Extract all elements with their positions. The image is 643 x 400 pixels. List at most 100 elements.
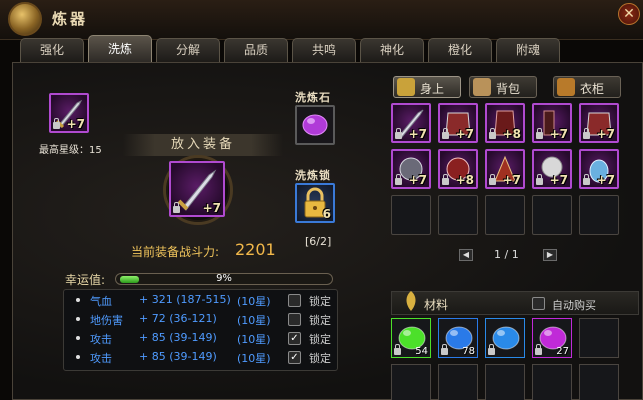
empty-material-slot[interactable] — [532, 364, 572, 400]
lock-checkbox[interactable]: ✓ — [288, 351, 301, 364]
item-level: +7 — [66, 117, 85, 131]
wardrobe-icon — [557, 78, 575, 96]
tab-orange[interactable]: 橙化 — [428, 38, 492, 62]
material-slot[interactable]: 78 — [438, 318, 478, 358]
item-level: +7 — [202, 201, 221, 215]
empty-material-slot[interactable] — [438, 364, 478, 400]
tab-deify[interactable]: 神化 — [360, 38, 424, 62]
bag-item-slot[interactable]: +7 — [438, 103, 478, 143]
lock-icon — [536, 174, 543, 185]
lock-checkbox[interactable] — [288, 294, 301, 307]
item-level: +8 — [455, 173, 474, 187]
lock-icon — [535, 344, 542, 355]
tab-refine[interactable]: 洗炼 — [88, 35, 152, 63]
item-level: +7 — [596, 127, 615, 141]
lock-checkbox[interactable]: ✓ — [288, 332, 301, 345]
tab-resonance[interactable]: 共鸣 — [292, 38, 356, 62]
empty-material-slot[interactable] — [579, 364, 619, 400]
bag-item-slot[interactable]: +7 — [485, 149, 525, 189]
item-level: +8 — [502, 127, 521, 141]
empty-bag-slot[interactable] — [391, 195, 431, 235]
lock-icon — [173, 202, 180, 213]
lock-usage: [6/2] — [305, 235, 332, 248]
attribute-star: (10星) — [237, 333, 271, 346]
material-count: 27 — [556, 346, 569, 357]
material-slot[interactable] — [485, 318, 525, 358]
close-button[interactable]: ✕ — [618, 3, 640, 25]
material-slot[interactable]: 54 — [391, 318, 431, 358]
bullet-icon — [76, 298, 80, 302]
max-star-label: 最高星级：15 — [39, 145, 102, 156]
empty-bag-slot[interactable] — [532, 195, 572, 235]
attribute-row: 攻击 + 85 (39-149) (10星) ✓ 锁定 — [64, 330, 339, 348]
attribute-name: 地伤害 — [90, 314, 123, 327]
materials-header: 材料 自动购买 — [391, 291, 639, 315]
item-level: +7 — [596, 173, 615, 187]
put-in-banner: 放入装备 — [123, 134, 283, 156]
next-page-button[interactable]: ▶ — [543, 249, 557, 261]
material-count: 78 — [462, 346, 475, 357]
item-level: +7 — [549, 173, 568, 187]
armor-icon — [397, 78, 415, 96]
refine-stone-slot[interactable] — [295, 105, 335, 145]
page-indicator: 1 / 1 — [494, 248, 519, 261]
material-slot[interactable]: 27 — [532, 318, 572, 358]
attribute-star: (10星) — [237, 314, 271, 327]
bag-item-slot[interactable]: +8 — [485, 103, 525, 143]
lock-checkbox[interactable] — [288, 313, 301, 326]
lock-icon — [583, 174, 590, 185]
lock-slot-label: 洗炼锁 — [295, 169, 331, 182]
empty-material-slot[interactable] — [485, 364, 525, 400]
bag-tab-label: 衣柜 — [580, 82, 605, 96]
bag-item-slot[interactable]: +7 — [391, 149, 431, 189]
bag-item-slot[interactable]: +7 — [391, 103, 431, 143]
forge-icon — [8, 2, 42, 36]
attribute-row: 攻击 + 85 (39-149) (10星) ✓ 锁定 — [64, 349, 339, 367]
bag-item-slot[interactable]: +7 — [532, 103, 572, 143]
power-label: 当前装备战斗力: — [131, 245, 220, 259]
luck-percent: 9% — [216, 273, 232, 284]
tab-soul[interactable]: 附魂 — [496, 38, 560, 62]
empty-material-slot[interactable] — [391, 364, 431, 400]
lock-icon — [583, 128, 590, 139]
empty-bag-slot[interactable] — [485, 195, 525, 235]
lock-checkbox-label: 锁定 — [309, 333, 331, 346]
feather-icon — [406, 291, 416, 311]
empty-bag-slot[interactable] — [438, 195, 478, 235]
item-level: +7 — [455, 127, 474, 141]
refine-lock-slot[interactable]: 6 — [295, 183, 335, 223]
empty-material-slot[interactable] — [579, 318, 619, 358]
attribute-value: + 85 (39-149) — [139, 331, 217, 344]
tab-quality[interactable]: 品质 — [224, 38, 288, 62]
bag-tab-wardrobe[interactable]: 衣柜 — [553, 76, 621, 98]
lock-checkbox-label: 锁定 — [309, 314, 331, 327]
attribute-row: 地伤害 + 72 (36-121) (10星) 锁定 — [64, 311, 339, 329]
equipped-sword-slot[interactable]: +7 — [49, 93, 89, 133]
lock-checkbox-label: 锁定 — [309, 295, 331, 308]
lock-icon — [395, 174, 402, 185]
lock-icon — [536, 128, 543, 139]
empty-bag-slot[interactable] — [579, 195, 619, 235]
refine-panel: +7 最高星级：15 放入装备 +7 当前装备战斗力: 2201 洗炼石 洗炼锁… — [12, 62, 643, 400]
bag-tab-backpack[interactable]: 背包 — [469, 76, 537, 98]
bag-item-slot[interactable]: +7 — [532, 149, 572, 189]
attribute-name: 气血 — [90, 295, 112, 308]
attribute-row: 气血 + 321 (187-515) (10星) 锁定 — [64, 292, 339, 310]
bag-item-slot[interactable]: +7 — [579, 103, 619, 143]
purple-gem-icon — [302, 114, 328, 136]
bag-item-slot[interactable]: +8 — [438, 149, 478, 189]
lock-checkbox-label: 锁定 — [309, 352, 331, 365]
refine-target-slot[interactable]: +7 — [169, 161, 225, 217]
stone-label: 洗炼石 — [295, 91, 331, 104]
item-level: +7 — [408, 127, 427, 141]
auto-buy-checkbox[interactable] — [532, 297, 545, 310]
tab-strengthen[interactable]: 强化 — [20, 38, 84, 62]
attribute-star: (10星) — [237, 295, 271, 308]
prev-page-button[interactable]: ◀ — [459, 249, 473, 261]
bag-item-slot[interactable]: +7 — [579, 149, 619, 189]
luck-progress-bar: 9% — [115, 273, 333, 285]
lock-count: 6 — [322, 207, 331, 221]
attribute-star: (10星) — [237, 352, 271, 365]
bag-tab-equipped[interactable]: 身上 — [393, 76, 461, 98]
tab-decompose[interactable]: 分解 — [156, 38, 220, 62]
